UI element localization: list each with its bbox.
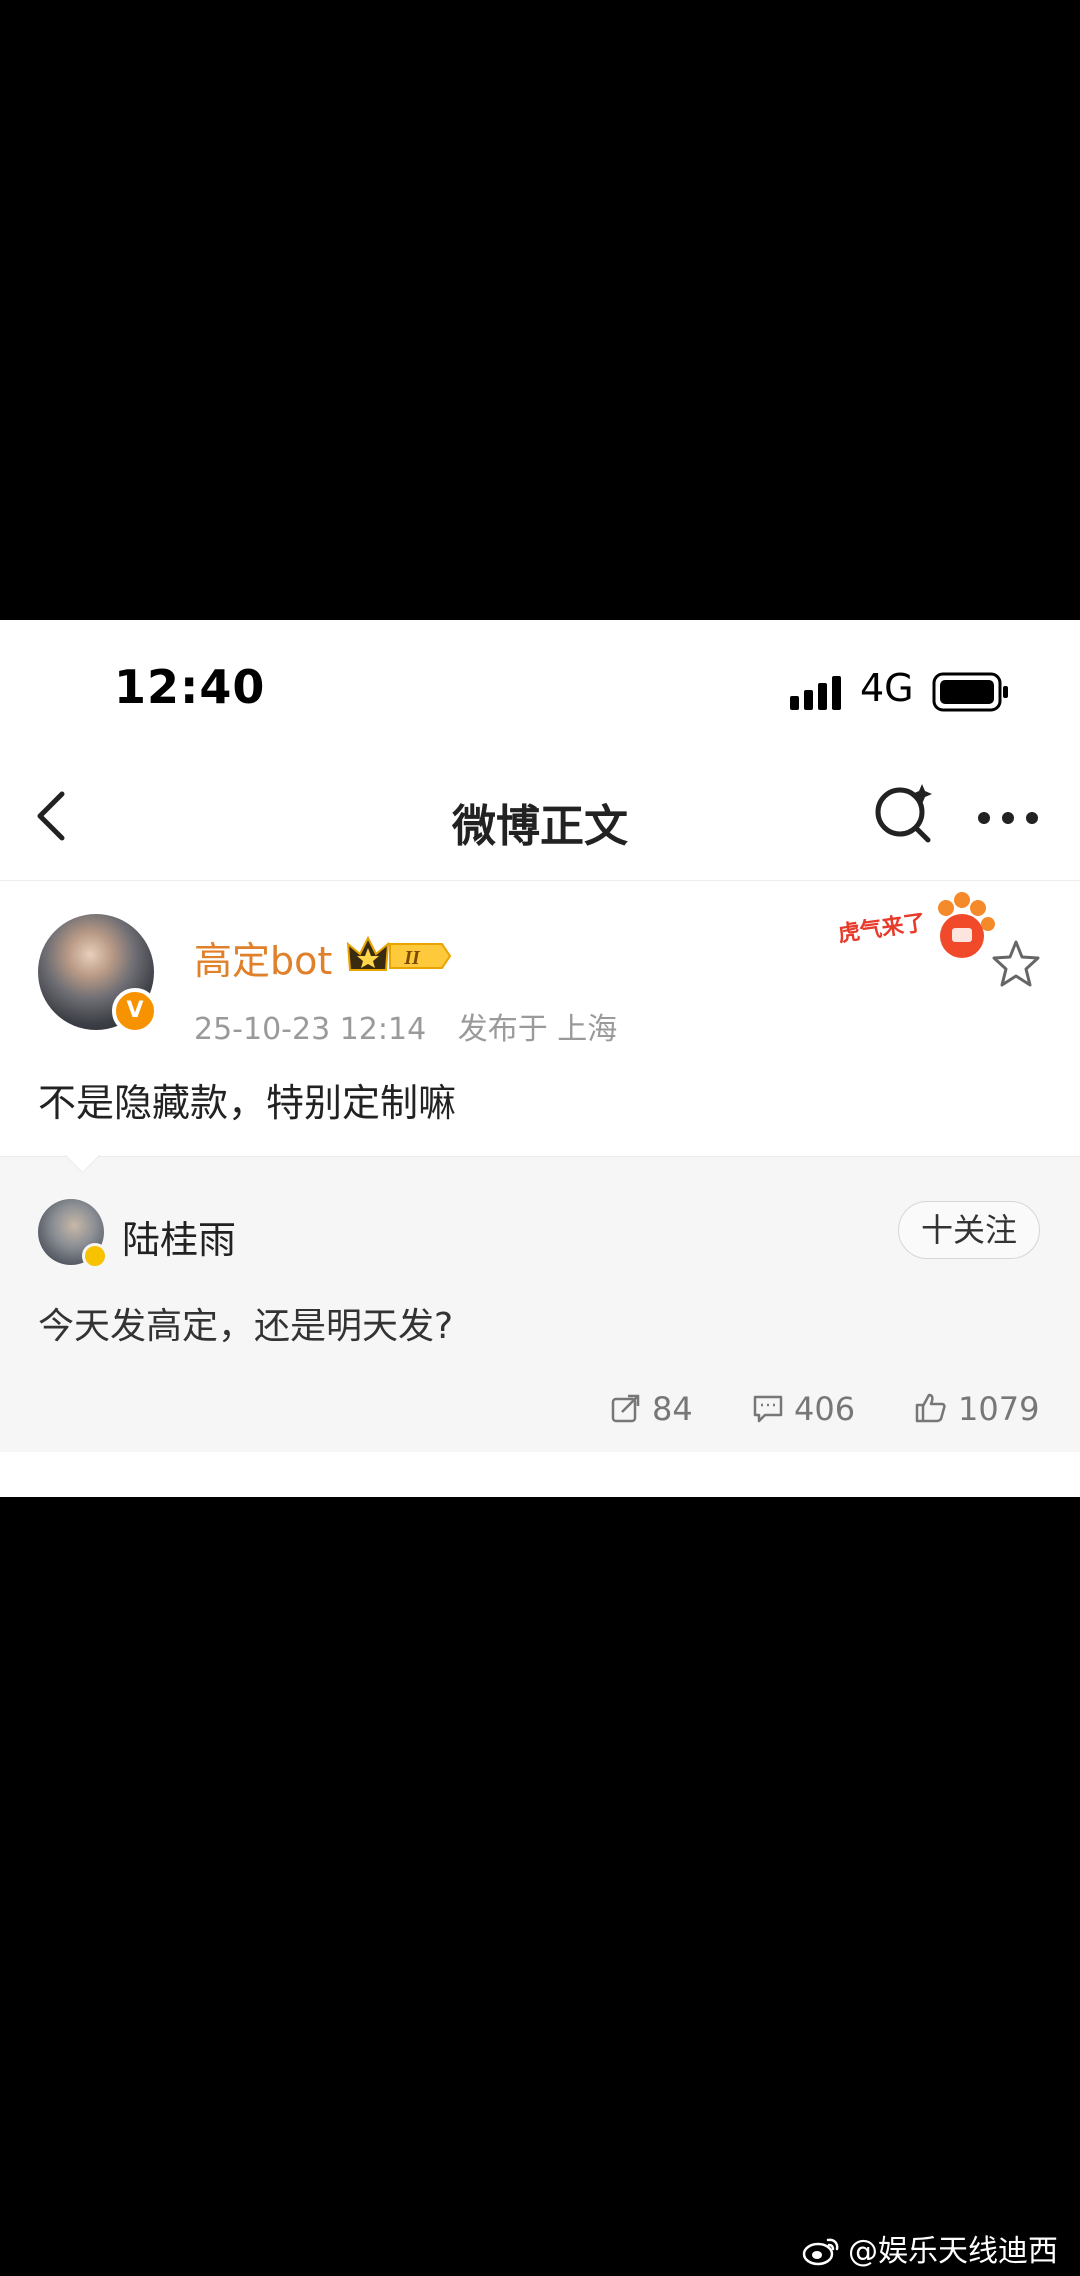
action-bar: 84 406 1079 <box>0 1387 1080 1437</box>
quoted-text: 今天发高定，还是明天发? <box>38 1306 454 1347</box>
author-name[interactable]: 高定bot <box>194 930 332 985</box>
verified-badge-icon <box>82 1243 108 1269</box>
repost-icon <box>611 1394 640 1423</box>
favorite-star-icon[interactable] <box>990 938 1042 990</box>
post-location: 发布于 上海 <box>457 1012 618 1047</box>
author-row: 高定bot II <box>194 930 454 983</box>
sticker-text: 虎气来了 <box>838 909 927 947</box>
post-meta: 25-10-23 12:14 发布于 上海 <box>194 1004 639 1048</box>
weibo-post: V 高定bot II 25-10-23 12:14 发布于 上海 虎气来了 不是… <box>0 880 1080 1156</box>
status-bar: 12:40 4G <box>0 620 1080 760</box>
comment-button[interactable]: 406 <box>752 1387 855 1431</box>
weibo-logo-icon <box>802 2238 839 2265</box>
more-icon[interactable] <box>976 808 1040 828</box>
verified-badge-icon: V <box>112 988 158 1034</box>
vip-crown-icon: II <box>347 935 452 971</box>
weibo-screen: 12:40 4G 微博正文 V 高定bot II 25-10-23 12:14 … <box>0 620 1080 1497</box>
post-text: 不是隐藏款，特别定制嘛 <box>38 1081 457 1125</box>
battery-icon <box>932 672 1008 712</box>
quoted-author-avatar[interactable] <box>38 1199 108 1269</box>
repost-button[interactable]: 84 <box>610 1387 693 1431</box>
network-type: 4G <box>860 666 914 710</box>
vip-level: II <box>403 947 421 969</box>
status-time: 12:40 <box>114 660 266 714</box>
watermark-text: @娱乐天线迪西 <box>848 2234 1058 2269</box>
next-item-peek <box>0 1452 1080 1497</box>
repost-count: 84 <box>652 1390 693 1428</box>
comment-icon <box>753 1395 783 1423</box>
comment-count: 406 <box>794 1390 856 1428</box>
author-avatar[interactable]: V <box>38 914 158 1034</box>
like-button[interactable]: 1079 <box>914 1387 1039 1431</box>
follow-button[interactable]: 十关注 <box>898 1201 1040 1259</box>
like-count: 1079 <box>958 1390 1040 1428</box>
nav-bar: 微博正文 <box>0 760 1080 881</box>
quoted-author-name[interactable]: 陆桂雨 <box>122 1209 236 1264</box>
tiger-paw-sticker: 虎气来了 <box>838 892 995 958</box>
thumbs-up-icon <box>915 1393 946 1423</box>
weibo-watermark: @娱乐天线迪西 <box>802 2226 1058 2270</box>
reposted-post[interactable]: 陆桂雨 十关注 今天发高定，还是明天发? 84 406 1079 <box>0 1137 1080 1453</box>
signal-icon <box>790 676 841 710</box>
post-timestamp: 25-10-23 12:14 <box>194 1012 427 1047</box>
search-icon[interactable] <box>872 782 936 846</box>
